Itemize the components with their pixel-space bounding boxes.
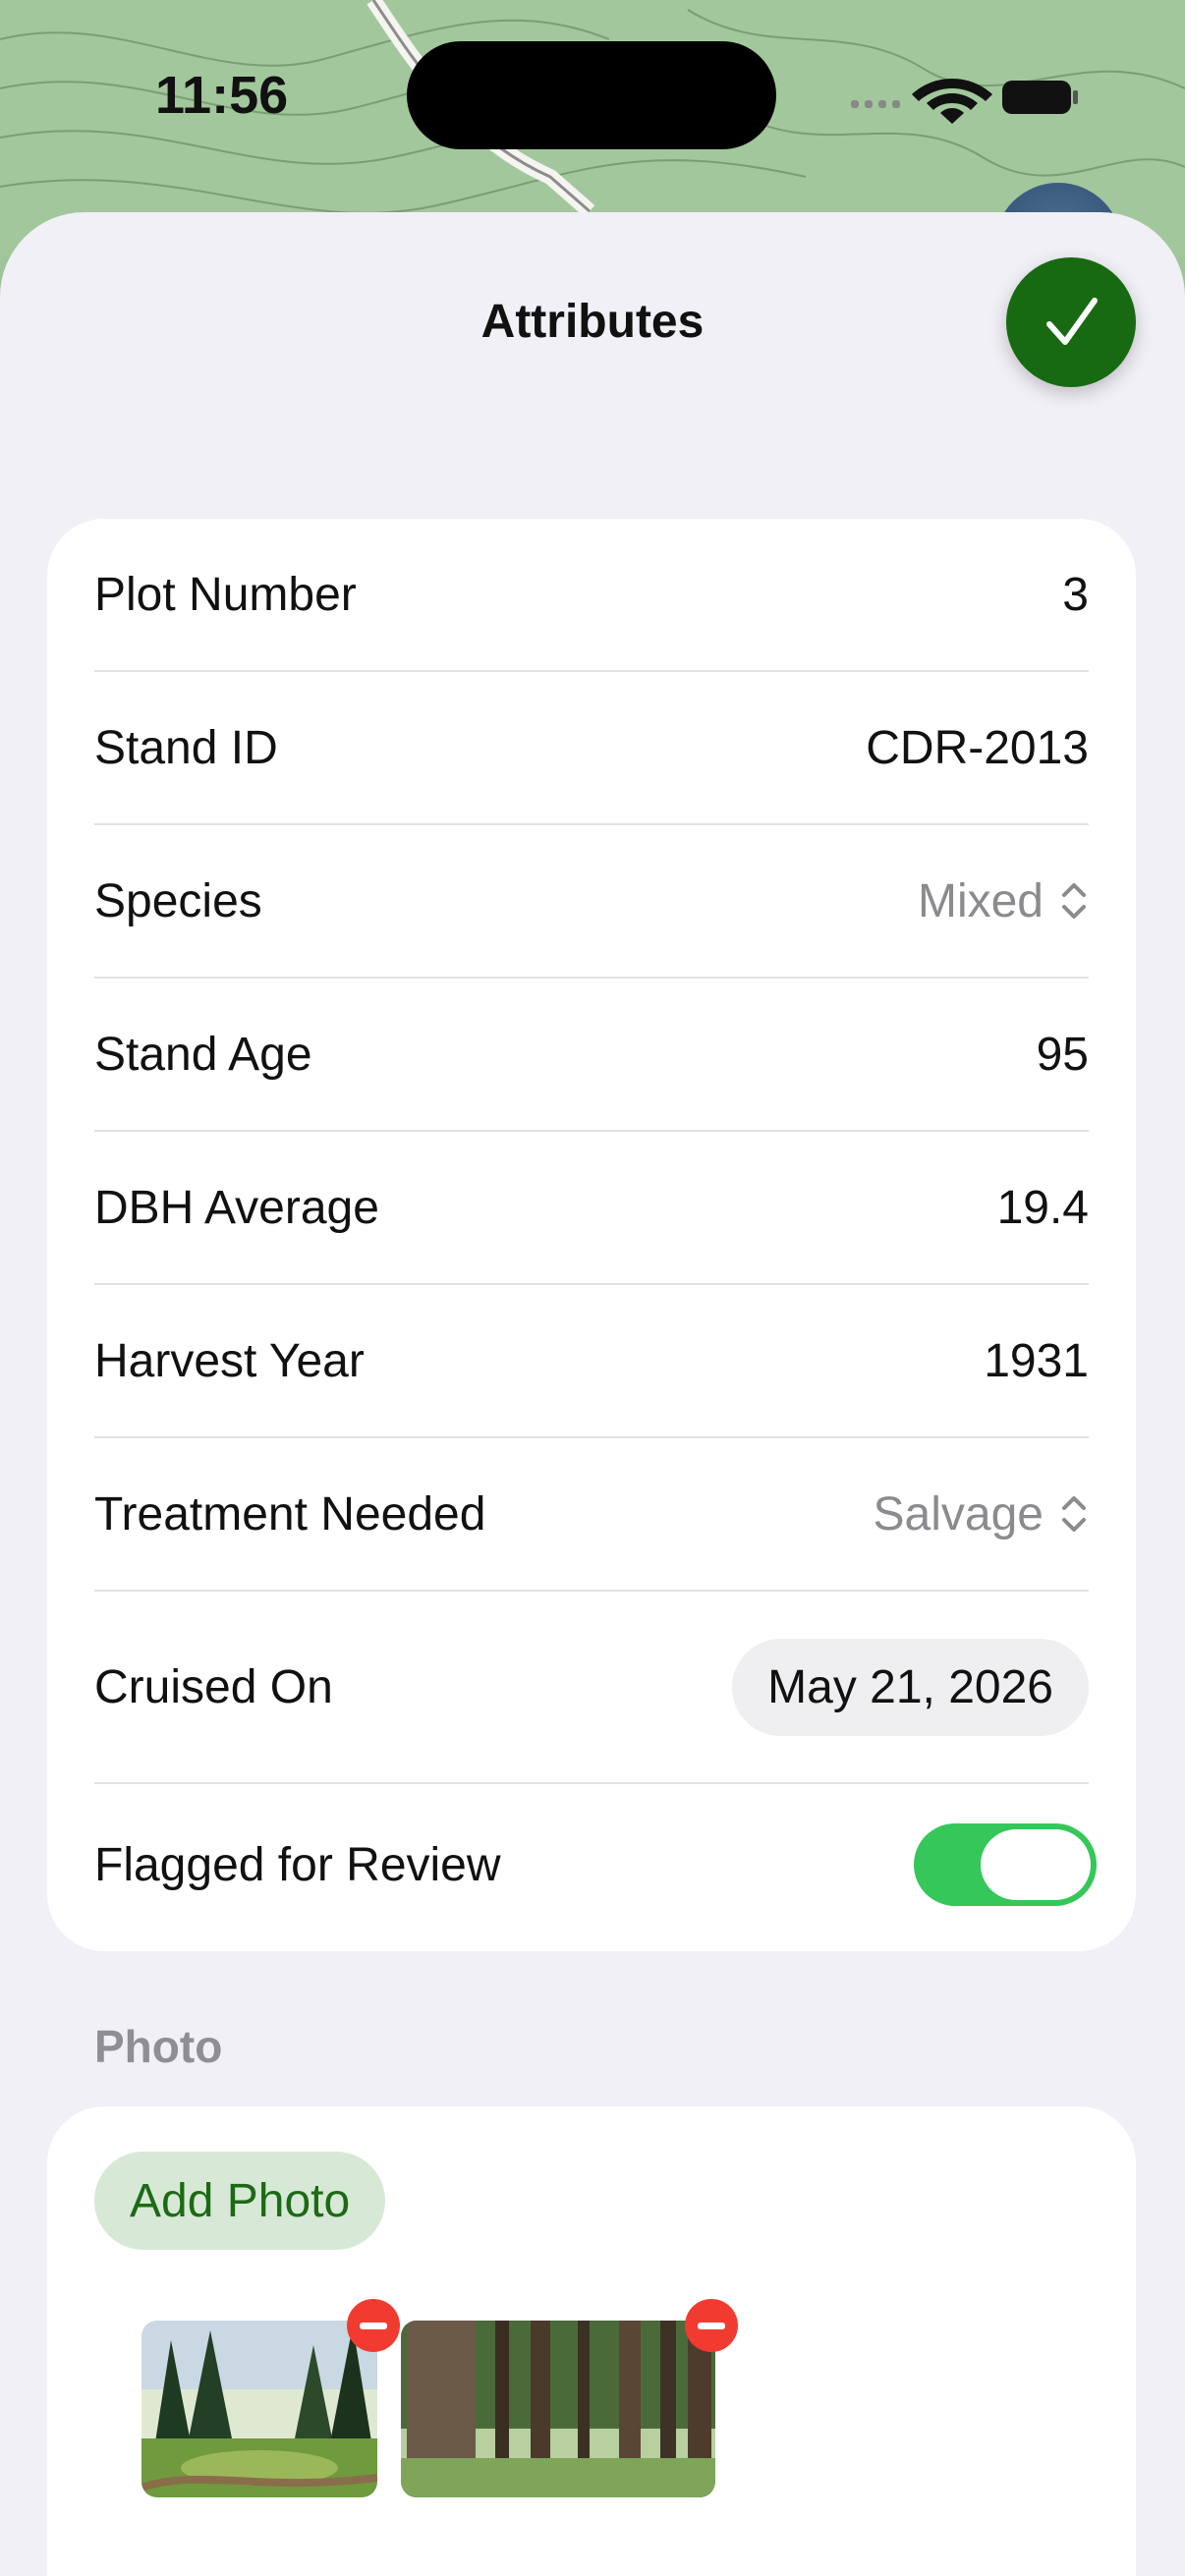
treatment-value: Salvage	[873, 1487, 1044, 1540]
row-stand-age[interactable]: Stand Age 95	[94, 979, 1089, 1130]
plot-number-value[interactable]: 3	[1062, 568, 1089, 622]
chevron-up-down-icon	[1062, 1496, 1086, 1532]
photo-thumbnail[interactable]	[401, 2321, 715, 2497]
field-label: Flagged for Review	[94, 1838, 501, 1891]
row-stand-id[interactable]: Stand ID CDR-2013	[94, 672, 1089, 823]
cellular-signal-icon	[851, 100, 900, 108]
add-photo-button[interactable]: Add Photo	[94, 2152, 386, 2250]
status-icons	[845, 67, 1081, 126]
field-label: Treatment Needed	[94, 1487, 486, 1540]
field-label: Species	[94, 874, 262, 927]
field-label: Plot Number	[94, 568, 357, 621]
row-species[interactable]: Species Mixed	[94, 825, 1089, 977]
dynamic-island	[407, 41, 776, 149]
flagged-toggle[interactable]	[914, 1823, 1097, 1906]
toggle-knob	[981, 1829, 1091, 1900]
stand-id-value[interactable]: CDR-2013	[866, 721, 1089, 775]
field-label: Cruised On	[94, 1660, 333, 1713]
dbh-average-value[interactable]: 19.4	[997, 1181, 1089, 1235]
photo-section-header: Photo	[94, 2021, 223, 2072]
forest-photo-thumbnail	[401, 2321, 715, 2497]
species-picker[interactable]: Mixed	[918, 874, 1089, 928]
attributes-card: Plot Number 3 Stand ID CDR-2013 Species …	[47, 519, 1136, 1951]
minus-circle-icon	[698, 2322, 725, 2329]
wifi-icon	[912, 79, 992, 124]
attributes-sheet: Attributes Plot Number 3 Stand ID CDR-20…	[0, 212, 1185, 2576]
checkmark-icon	[1046, 298, 1098, 345]
remove-photo-button[interactable]	[347, 2299, 400, 2352]
field-label: Stand ID	[94, 721, 278, 774]
row-harvest-year[interactable]: Harvest Year 1931	[94, 1285, 1089, 1436]
status-bar: 11:56	[0, 0, 1185, 196]
chevron-up-down-icon	[1062, 883, 1086, 919]
photo-card: Add Photo	[47, 2106, 1136, 2576]
harvest-year-value[interactable]: 1931	[984, 1334, 1089, 1388]
remove-photo-button[interactable]	[685, 2299, 738, 2352]
stand-age-value[interactable]: 95	[1037, 1028, 1089, 1082]
row-flagged-for-review[interactable]: Flagged for Review	[94, 1784, 1097, 1945]
status-time: 11:56	[155, 66, 289, 125]
row-treatment-needed[interactable]: Treatment Needed Salvage	[94, 1438, 1089, 1590]
row-dbh-average[interactable]: DBH Average 19.4	[94, 1132, 1089, 1283]
forest-photo-thumbnail	[141, 2321, 377, 2497]
battery-icon	[1002, 81, 1078, 114]
photo-thumbnail[interactable]	[141, 2321, 377, 2497]
row-plot-number[interactable]: Plot Number 3	[94, 519, 1089, 670]
row-cruised-on[interactable]: Cruised On May 21, 2026	[94, 1592, 1089, 1782]
field-label: Harvest Year	[94, 1334, 365, 1387]
minus-circle-icon	[360, 2322, 387, 2329]
done-button[interactable]	[1006, 257, 1136, 387]
species-value: Mixed	[917, 874, 1044, 927]
field-label: DBH Average	[94, 1181, 379, 1234]
date-picker-button[interactable]: May 21, 2026	[732, 1638, 1089, 1736]
treatment-picker[interactable]: Salvage	[874, 1487, 1089, 1541]
field-label: Stand Age	[94, 1028, 312, 1081]
